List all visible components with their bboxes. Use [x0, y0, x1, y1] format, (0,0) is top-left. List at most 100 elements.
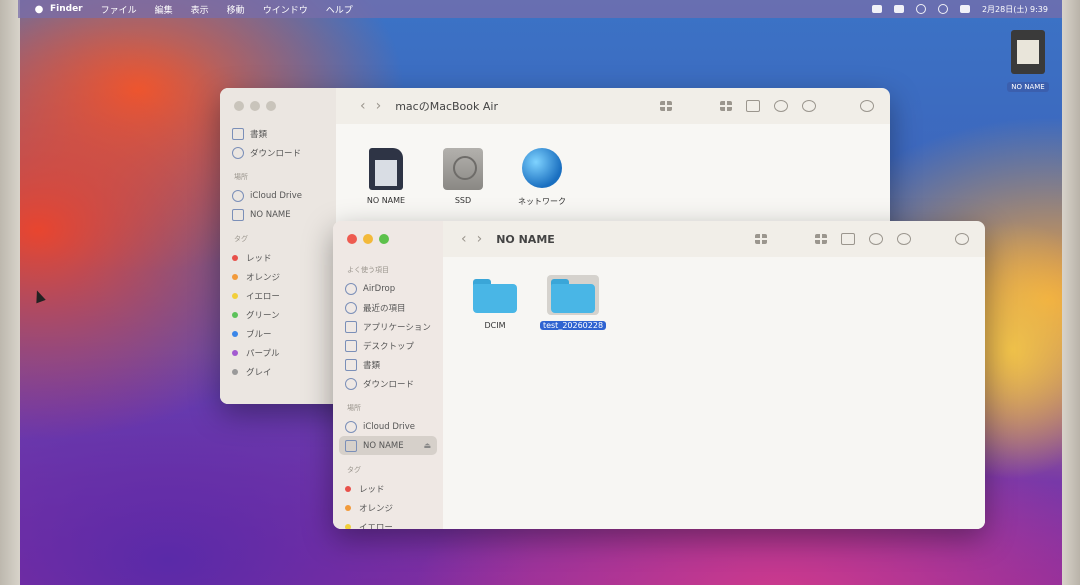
minimize-button[interactable]: [250, 101, 260, 111]
window-controls: [234, 101, 276, 111]
close-button[interactable]: [347, 234, 357, 244]
forward-arrow-icon[interactable]: ›: [477, 231, 483, 247]
control-center-icon[interactable]: [959, 5, 970, 13]
minimize-button[interactable]: [363, 234, 373, 244]
item-no-name[interactable]: NO NAME: [356, 148, 416, 205]
sidebar-section-favorites: よく使う項目: [347, 266, 389, 274]
network-globe-icon: [522, 148, 562, 188]
more-actions-icon[interactable]: [802, 100, 816, 112]
item-dcim-folder[interactable]: DCIM: [465, 275, 525, 330]
sidebar-item-documents[interactable]: 書類: [333, 355, 443, 374]
sidebar-item-airdrop[interactable]: AirDrop: [333, 279, 443, 298]
menu-go[interactable]: 移動: [227, 3, 245, 16]
sidebar-tag-gray[interactable]: グレイ: [220, 362, 336, 381]
tag-dot: [232, 368, 238, 375]
eject-icon[interactable]: ⏏: [423, 441, 431, 450]
tag-label: イエロー: [246, 291, 280, 302]
sidebar-tag-yellow[interactable]: イエロー: [220, 286, 336, 305]
back-arrow-icon[interactable]: ‹: [461, 231, 467, 247]
tag-label: レッド: [246, 253, 272, 264]
item-label: ネットワーク: [518, 197, 566, 206]
tag-label: パープル: [246, 348, 280, 359]
window-title: macのMacBook Air: [395, 100, 498, 113]
sidebar-tag-blue[interactable]: ブルー: [220, 324, 336, 343]
more-actions-icon[interactable]: [897, 233, 911, 245]
sidebar-tag-orange[interactable]: オレンジ: [220, 267, 336, 286]
sidebar-tag-green[interactable]: グリーン: [220, 305, 336, 324]
search-icon[interactable]: [955, 233, 969, 245]
group-icon[interactable]: [720, 101, 732, 111]
item-test-folder[interactable]: test_20260228: [533, 275, 613, 330]
finder-window-front[interactable]: よく使う項目 AirDrop 最近の項目 アプリケーション デスクトップ 書類 …: [333, 221, 985, 529]
sidebar-section-locations: 場所: [234, 173, 248, 181]
sidebar-item-label: ダウンロード: [363, 379, 415, 390]
window-title: NO NAME: [496, 232, 555, 246]
icon-view-icon[interactable]: [755, 234, 767, 244]
sidebar-tag-purple[interactable]: パープル: [220, 343, 336, 362]
sidebar-item-label: NO NAME: [363, 440, 404, 451]
back-arrow-icon[interactable]: ‹: [360, 98, 366, 114]
folder-icon: [473, 279, 517, 313]
menu-file[interactable]: ファイル: [101, 3, 137, 16]
menu-clock[interactable]: 2月28日(土) 9:39: [982, 4, 1048, 15]
sidebar-item-icloud-drive[interactable]: iCloud Drive: [333, 417, 443, 436]
wifi-icon[interactable]: [915, 4, 926, 14]
sd-card-icon: [1011, 30, 1045, 74]
sidebar-item-downloads[interactable]: ダウンロード: [333, 374, 443, 393]
share-icon[interactable]: [746, 100, 760, 112]
close-button[interactable]: [234, 101, 244, 111]
group-icon[interactable]: [815, 234, 827, 244]
cloud-icon: [232, 189, 244, 202]
sidebar-item-documents[interactable]: 書類: [220, 124, 336, 143]
titlebar-back[interactable]: ‹ › macのMacBook Air: [220, 88, 890, 124]
sidebar-tag-yellow[interactable]: イエロー: [333, 517, 443, 529]
zoom-button[interactable]: [379, 234, 389, 244]
status-area: 2月28日(土) 9:39: [871, 4, 1048, 15]
sidebar-item-applications[interactable]: アプリケーション: [333, 317, 443, 336]
menu-view[interactable]: 表示: [191, 3, 209, 16]
sidebar-item-label: ダウンロード: [250, 148, 302, 159]
tag-dot: [232, 292, 238, 299]
menu-window[interactable]: ウインドウ: [263, 3, 308, 16]
input-source-icon[interactable]: [871, 5, 882, 13]
forward-arrow-icon[interactable]: ›: [376, 98, 382, 114]
sidebar-item-downloads[interactable]: ダウンロード: [220, 143, 336, 162]
sidebar-tag-red[interactable]: レッド: [220, 248, 336, 267]
menu-finder[interactable]: Finder: [50, 4, 83, 14]
sidebar-item-label: NO NAME: [250, 209, 291, 220]
menu-edit[interactable]: 編集: [155, 3, 173, 16]
sidebar-tag-orange[interactable]: オレンジ: [333, 498, 443, 517]
sidebar-item-recents[interactable]: 最近の項目: [333, 298, 443, 317]
content-front[interactable]: DCIM test_20260228: [443, 257, 985, 529]
sidebar-item-desktop[interactable]: デスクトップ: [333, 336, 443, 355]
window-controls: [347, 234, 389, 244]
tag-label: レッド: [359, 484, 385, 495]
share-icon[interactable]: [841, 233, 855, 245]
sidebar-back: 書類 ダウンロード 場所 iCloud Drive NO NAME タグ レッド…: [220, 88, 336, 404]
sidebar-front: よく使う項目 AirDrop 最近の項目 アプリケーション デスクトップ 書類 …: [333, 221, 443, 529]
navigation-arrows: ‹ ›: [360, 98, 381, 114]
item-network[interactable]: ネットワーク: [512, 148, 572, 207]
apple-menu-icon[interactable]: ●: [28, 4, 50, 15]
sidebar-item-no-name[interactable]: NO NAME: [220, 205, 336, 224]
tag-label: グリーン: [246, 310, 280, 321]
tag-icon[interactable]: [774, 100, 788, 112]
icon-view-icon[interactable]: [660, 101, 672, 111]
sidebar-item-icloud-drive[interactable]: iCloud Drive: [220, 186, 336, 205]
desktop-volume-icon[interactable]: NO NAME: [1003, 30, 1053, 93]
item-ssd[interactable]: SSD: [438, 148, 488, 205]
tag-dot: [345, 523, 351, 529]
search-icon[interactable]: [860, 100, 874, 112]
zoom-button[interactable]: [266, 101, 276, 111]
battery-icon[interactable]: [893, 5, 904, 13]
tag-icon[interactable]: [869, 233, 883, 245]
sidebar-item-no-name[interactable]: NO NAME ⏏: [339, 436, 437, 455]
tag-dot: [232, 311, 238, 318]
sidebar-tag-red[interactable]: レッド: [333, 479, 443, 498]
tag-dot: [232, 273, 238, 280]
titlebar-front[interactable]: ‹ › NO NAME: [333, 221, 985, 257]
spotlight-search-icon[interactable]: [937, 4, 948, 14]
menu-help[interactable]: ヘルプ: [326, 3, 353, 16]
hard-drive-icon: [443, 148, 483, 190]
toolbar: [755, 233, 969, 245]
